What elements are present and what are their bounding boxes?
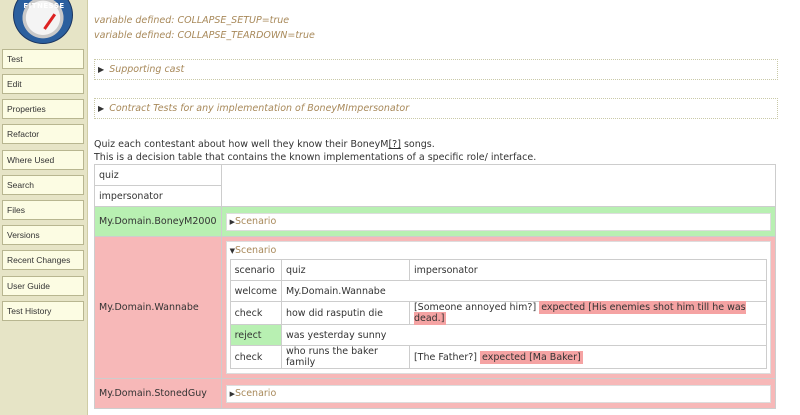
collapsed-scenario[interactable]: ▶Scenario <box>225 212 771 231</box>
table-cell: welcome <box>229 280 282 302</box>
table-row: check how did rasputin die [Someone anno… <box>229 301 768 325</box>
collapsible-contract-tests[interactable]: ▶ Contract Tests for any implementation … <box>94 98 778 119</box>
nav-user-guide-button[interactable]: User Guide <box>2 276 84 296</box>
reject-cell: reject <box>229 324 282 346</box>
section-title: Supporting cast <box>109 64 185 75</box>
scenario-title: Scenario <box>234 387 277 399</box>
table-header-cell: impersonator <box>94 185 222 207</box>
table-cell: was yesterday sunny <box>280 324 768 346</box>
expected-value: expected [Ma Baker] <box>480 350 583 364</box>
table-cell: who runs the baker family <box>280 345 410 369</box>
table-header-cell: quiz <box>94 164 222 186</box>
sidebar: FITNESSE Test Edit Properties Refactor W… <box>0 0 88 415</box>
table-cell: My.Domain.Wannabe <box>280 280 768 302</box>
collapsible-supporting-cast[interactable]: ▶ Supporting cast <box>94 59 778 80</box>
scenario-cell: ▶Scenario <box>220 378 777 409</box>
check-result-cell: [The Father?] expected [Ma Baker] <box>408 345 768 369</box>
table-row: scenario quiz impersonator <box>229 259 768 281</box>
table-cell: quiz <box>280 259 410 281</box>
main-content: variable defined: COLLAPSE_SETUP=true va… <box>88 0 800 415</box>
collapsed-scenario[interactable]: ▶Scenario <box>225 384 771 403</box>
variable-defined-line: variable defined: COLLAPSE_SETUP=true <box>94 15 290 26</box>
table-cell: check <box>229 345 282 369</box>
scenario-cell: ▶Scenario <box>220 206 777 237</box>
check-result-cell: [Someone annoyed him?] expected [His ene… <box>408 301 768 325</box>
table-cell: check <box>229 301 282 325</box>
nav-test-history-button[interactable]: Test History <box>2 301 84 321</box>
nav-properties-button[interactable]: Properties <box>2 99 84 119</box>
nav-files-button[interactable]: Files <box>2 200 84 220</box>
expanded-scenario: ▼Scenario scenario quiz impersonator wel… <box>225 241 771 374</box>
scenario-table: scenario quiz impersonator welcome My.Do… <box>229 259 768 369</box>
table-header-spacer <box>220 164 777 207</box>
table-row: welcome My.Domain.Wannabe <box>229 280 768 302</box>
gauge-needle-icon <box>43 13 57 30</box>
implementation-cell: My.Domain.BoneyM2000 <box>94 206 222 237</box>
intro-text: songs. <box>400 139 435 150</box>
table-header-row: quiz <box>94 164 777 207</box>
logo-text: FITNESSE <box>23 2 65 10</box>
intro-line-1: Quiz each contestant about how well they… <box>94 139 435 150</box>
section-title: Contract Tests for any implementation of… <box>109 103 410 114</box>
decision-table: quiz impersonator My.Domain.BoneyM2000 ▶… <box>94 164 777 409</box>
expand-arrow-icon[interactable]: ▶ <box>98 65 104 74</box>
intro-line-2: This is a decision table that contains t… <box>94 152 537 163</box>
scenario-cell: ▼Scenario scenario quiz impersonator wel… <box>220 236 777 379</box>
table-row: My.Domain.Wannabe ▼Scenario scenario qui… <box>94 236 777 379</box>
implementation-cell: My.Domain.Wannabe <box>94 236 222 379</box>
table-row: reject was yesterday sunny <box>229 324 768 346</box>
nav-versions-button[interactable]: Versions <box>2 225 84 245</box>
nav-where-used-button[interactable]: Where Used <box>2 150 84 170</box>
actual-value: [The Father?] <box>413 351 478 363</box>
scenario-title: Scenario <box>234 215 277 227</box>
scenario-title: Scenario <box>234 245 277 256</box>
nav-search-button[interactable]: Search <box>2 175 84 195</box>
table-cell: impersonator <box>408 259 768 281</box>
nav-recent-changes-button[interactable]: Recent Changes <box>2 250 84 270</box>
table-cell: how did rasputin die <box>280 301 410 325</box>
intro-text: Quiz each contestant about how well they… <box>94 139 389 150</box>
table-row: My.Domain.BoneyM2000 ▶Scenario <box>94 206 777 237</box>
fitnesse-logo[interactable]: FITNESSE <box>13 0 73 44</box>
table-row: My.Domain.StonedGuy ▶Scenario <box>94 378 777 409</box>
nav-test-button[interactable]: Test <box>2 49 84 69</box>
expand-arrow-icon[interactable]: ▶ <box>98 104 104 113</box>
nav-refactor-button[interactable]: Refactor <box>2 124 84 144</box>
nav-edit-button[interactable]: Edit <box>2 74 84 94</box>
implementation-cell: My.Domain.StonedGuy <box>94 378 222 409</box>
table-cell: scenario <box>229 259 282 281</box>
table-row: check who runs the baker family [The Fat… <box>229 345 768 369</box>
variable-defined-line: variable defined: COLLAPSE_TEARDOWN=true <box>94 30 315 41</box>
create-page-link[interactable]: [?] <box>388 139 400 150</box>
